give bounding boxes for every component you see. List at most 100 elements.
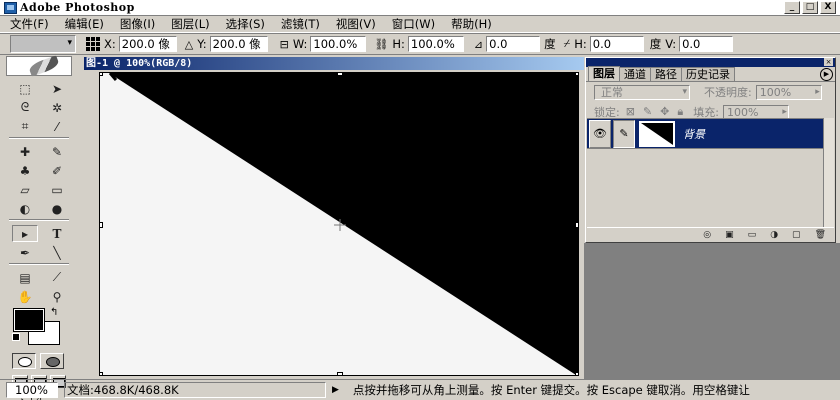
layer-brush-icon[interactable]: ✎ <box>613 119 635 148</box>
transform-handle[interactable] <box>100 222 103 228</box>
photoshop-app-icon[interactable] <box>4 1 17 14</box>
layer-list-scrollbar[interactable] <box>823 118 834 228</box>
x-label: X: <box>104 37 116 51</box>
slice-tool-icon[interactable]: ⁄ <box>44 118 70 135</box>
quick-mask-mode-button[interactable] <box>40 353 64 369</box>
toolbox-header-feather-icon <box>6 56 72 76</box>
document-size-info[interactable]: 文档:468.8K/468.8K <box>64 382 326 398</box>
lasso-tool-icon[interactable]: ᘓ <box>12 99 38 116</box>
crop-tool-icon[interactable]: ⌗ <box>12 118 38 135</box>
marquee-tool-icon[interactable]: ⬚ <box>12 80 38 97</box>
adjustment-layer-icon[interactable]: ◑ <box>770 230 778 240</box>
notes-tool-icon[interactable]: ▤ <box>12 269 38 286</box>
toolbox-divider <box>9 263 69 265</box>
width-icon: ⊟ <box>279 37 289 51</box>
default-colors-icon[interactable] <box>12 333 20 341</box>
layer-style-icon[interactable]: ◎ <box>703 230 711 240</box>
eraser-tool-icon[interactable]: ▱ <box>12 181 38 198</box>
magic-wand-tool-icon[interactable]: ✲ <box>44 99 70 116</box>
lock-position-icon[interactable]: ✥ <box>660 105 669 119</box>
blur-tool-icon[interactable]: ◐ <box>12 200 38 217</box>
reference-point-icon[interactable] <box>86 37 100 51</box>
tab-layers[interactable]: 图层 <box>588 66 620 81</box>
zoom-level-field[interactable]: 100% <box>6 382 58 398</box>
blend-mode-select[interactable]: 正常 <box>594 84 690 100</box>
move-tool-icon[interactable]: ➤ <box>44 80 70 97</box>
maximize-button[interactable]: □ <box>802 1 818 14</box>
menu-image[interactable]: 图像(I) <box>120 16 155 32</box>
document-title: 图-1 @ 100%(RGB/8) <box>84 57 584 70</box>
visibility-eye-icon[interactable]: 👁︎ <box>589 119 611 148</box>
tab-paths[interactable]: 路径 <box>650 67 682 81</box>
link-icon[interactable]: ⛓ <box>374 38 388 51</box>
swap-colors-icon[interactable]: ↰ <box>50 307 58 318</box>
trash-icon[interactable]: 🗑︎ <box>815 230 826 240</box>
layers-palette: × 图层 通道 路径 历史记录 ▶ 正常 不透明度: 100% 锁定: ⊠ ✎ … <box>585 57 836 243</box>
palette-menu-icon[interactable]: ▶ <box>820 68 833 81</box>
transform-handle[interactable] <box>337 372 343 375</box>
close-button[interactable]: X <box>820 1 836 14</box>
pen-tool-icon[interactable]: ✒ <box>12 244 38 261</box>
w-label: W: <box>292 37 308 51</box>
hand-tool-icon[interactable]: ✋ <box>12 288 38 305</box>
opacity-label: 不透明度: <box>704 86 752 99</box>
menu-filter[interactable]: 滤镜(T) <box>281 16 320 32</box>
triangle-artwork <box>100 73 578 375</box>
image-canvas[interactable] <box>99 72 579 376</box>
delta-icon[interactable]: △ <box>185 38 193 51</box>
menu-window[interactable]: 窗口(W) <box>392 16 435 32</box>
status-menu-arrow-icon[interactable]: ▶ <box>332 385 339 395</box>
menu-select[interactable]: 选择(S) <box>226 16 265 32</box>
palette-tabs: 图层 通道 路径 历史记录 ▶ <box>586 66 835 82</box>
brush-tool-icon[interactable]: ✎ <box>44 143 70 160</box>
hskew-input[interactable]: 0.0 <box>589 36 644 52</box>
tab-history[interactable]: 历史记录 <box>681 67 735 81</box>
layer-mask-icon[interactable]: ▣ <box>725 230 734 240</box>
zoom-tool-icon[interactable]: ⚲ <box>44 288 70 305</box>
clone-stamp-tool-icon[interactable]: ♣ <box>12 162 38 179</box>
transform-handle[interactable] <box>575 222 578 228</box>
window-title: Adobe Photoshop <box>20 1 135 14</box>
type-tool-icon[interactable]: T <box>44 225 70 242</box>
minimize-button[interactable]: _ <box>784 1 800 14</box>
transform-handle[interactable] <box>337 73 343 76</box>
title-bar: Adobe Photoshop _ □ X <box>0 0 840 16</box>
tab-channels[interactable]: 通道 <box>619 67 651 81</box>
layer-row-background[interactable]: 👁︎ ✎ 背景 🔒︎ <box>587 119 834 149</box>
transform-handle[interactable] <box>575 372 578 375</box>
menu-view[interactable]: 视图(V) <box>336 16 376 32</box>
healing-brush-tool-icon[interactable]: ✚ <box>12 143 38 160</box>
menu-layer[interactable]: 图层(L) <box>171 16 209 32</box>
menu-help[interactable]: 帮助(H) <box>451 16 492 32</box>
workspace-background <box>584 243 840 379</box>
menu-file[interactable]: 文件(F) <box>10 16 49 32</box>
x-input[interactable]: 200.0 像 <box>118 36 177 52</box>
vskew-label: V: <box>665 37 677 51</box>
line-tool-icon[interactable]: ╲ <box>44 244 70 261</box>
toolbox-divider <box>9 219 69 221</box>
lock-pixels-icon[interactable]: ✎ <box>643 105 652 119</box>
lock-all-icon[interactable]: 🔒︎ <box>677 105 683 119</box>
eyedropper-tool-icon[interactable]: ⟋ <box>44 269 70 286</box>
path-selection-tool-icon[interactable]: ▸ <box>12 225 38 242</box>
menu-edit[interactable]: 编辑(E) <box>65 16 104 32</box>
foreground-color-swatch[interactable] <box>13 308 45 332</box>
palette-close-icon[interactable]: × <box>824 58 833 66</box>
lock-transparency-icon[interactable]: ⊠ <box>626 105 635 119</box>
history-brush-tool-icon[interactable]: ✐ <box>44 162 70 179</box>
dodge-tool-icon[interactable]: ● <box>44 200 70 217</box>
transform-handle[interactable] <box>100 372 103 375</box>
width-input[interactable]: 100.0% <box>310 36 367 52</box>
y-input[interactable]: 200.0 像 <box>209 36 268 52</box>
height-input[interactable]: 100.0% <box>407 36 464 52</box>
opacity-input[interactable]: 100% <box>755 84 822 100</box>
standard-mode-button[interactable] <box>12 353 36 369</box>
transform-handle[interactable] <box>100 73 103 76</box>
new-layer-icon[interactable]: ▢ <box>792 230 801 240</box>
new-set-icon[interactable]: ▭ <box>748 230 757 240</box>
angle-input[interactable]: 0.0 <box>486 36 541 52</box>
tool-preset-picker[interactable] <box>10 35 76 53</box>
vskew-input[interactable]: 0.0 <box>679 36 734 52</box>
transform-handle[interactable] <box>575 73 578 76</box>
gradient-tool-icon[interactable]: ▭ <box>44 181 70 198</box>
